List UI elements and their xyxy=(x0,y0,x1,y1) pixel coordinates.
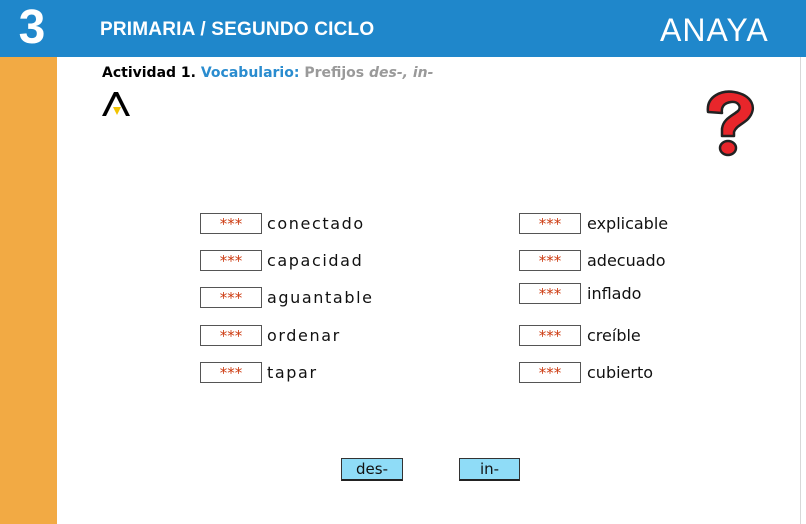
prefix-in-button[interactable]: in- xyxy=(459,458,520,481)
activity-number: Actividad 1. xyxy=(102,65,196,81)
prefix-drop-slot[interactable]: *** xyxy=(200,250,262,271)
sidebar-strip xyxy=(0,57,57,524)
anaya-a-logo-icon xyxy=(102,92,130,116)
right-divider xyxy=(800,57,801,524)
root-word: aguantable xyxy=(267,288,374,307)
root-word: cubierto xyxy=(587,363,654,382)
root-word: ordenar xyxy=(267,326,341,345)
brand-logo: ANAYA xyxy=(660,12,769,48)
question-mark-icon[interactable] xyxy=(698,88,762,158)
activity-heading: Actividad 1. Vocabulario: Prefijos des-,… xyxy=(102,65,433,81)
root-word: capacidad xyxy=(267,251,364,270)
root-word: conectado xyxy=(267,214,365,233)
header-bar: 3 PRIMARIA / SEGUNDO CICLO ANAYA xyxy=(0,0,806,57)
activity-prefixes: des-, in- xyxy=(369,65,434,81)
root-word: explicable xyxy=(587,214,669,233)
root-word: inflado xyxy=(587,284,642,303)
prefix-drop-slot[interactable]: *** xyxy=(519,213,581,234)
prefix-drop-slot[interactable]: *** xyxy=(200,213,262,234)
prefix-drop-slot[interactable]: *** xyxy=(519,362,581,383)
prefix-drop-slot[interactable]: *** xyxy=(519,283,581,304)
root-word: creíble xyxy=(587,326,641,345)
prefix-drop-slot[interactable]: *** xyxy=(519,325,581,346)
prefix-drop-slot[interactable]: *** xyxy=(200,325,262,346)
prefix-drop-slot[interactable]: *** xyxy=(200,287,262,308)
activity-subtitle: Prefijos xyxy=(304,65,365,81)
prefix-drop-slot[interactable]: *** xyxy=(519,250,581,271)
page-title: PRIMARIA / SEGUNDO CICLO xyxy=(100,19,375,40)
activity-topic: Vocabulario: xyxy=(200,65,300,81)
root-word: adecuado xyxy=(587,251,666,270)
grade-number: 3 xyxy=(18,1,46,54)
root-word: tapar xyxy=(267,363,318,382)
prefix-drop-slot[interactable]: *** xyxy=(200,362,262,383)
prefix-des-button[interactable]: des- xyxy=(341,458,403,481)
